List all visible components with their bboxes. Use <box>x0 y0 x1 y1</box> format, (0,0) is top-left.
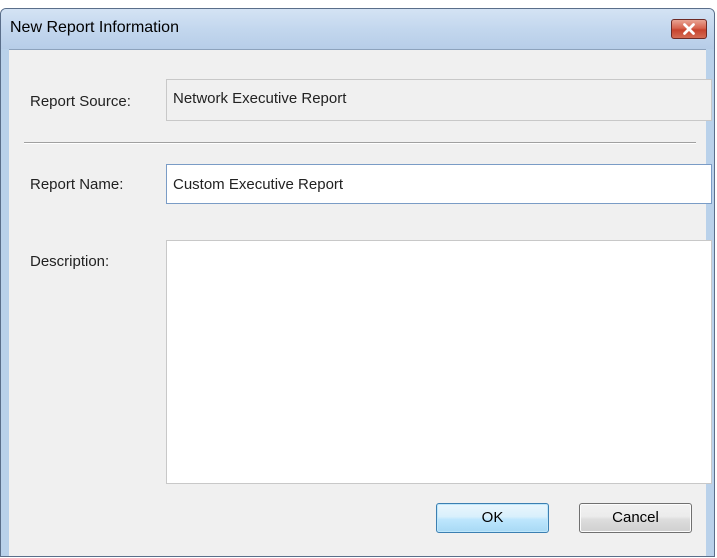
close-icon <box>683 23 695 35</box>
new-report-information-dialog: New Report Information Report Source: Ne… <box>0 8 715 557</box>
report-name-input[interactable] <box>166 164 712 204</box>
description-label: Description: <box>30 253 110 270</box>
cancel-button[interactable]: Cancel <box>579 503 692 533</box>
report-name-label: Report Name: <box>30 176 124 193</box>
close-button[interactable] <box>671 19 707 39</box>
description-textarea[interactable] <box>166 240 712 484</box>
report-source-label: Report Source: <box>30 93 131 110</box>
ok-button[interactable]: OK <box>436 503 549 533</box>
title-bar[interactable]: New Report Information <box>1 9 714 49</box>
window-title: New Report Information <box>10 19 179 36</box>
dialog-content: Report Source: Network Executive Report … <box>9 49 712 556</box>
separator-line <box>24 142 696 144</box>
report-source-field: Network Executive Report <box>166 79 712 121</box>
